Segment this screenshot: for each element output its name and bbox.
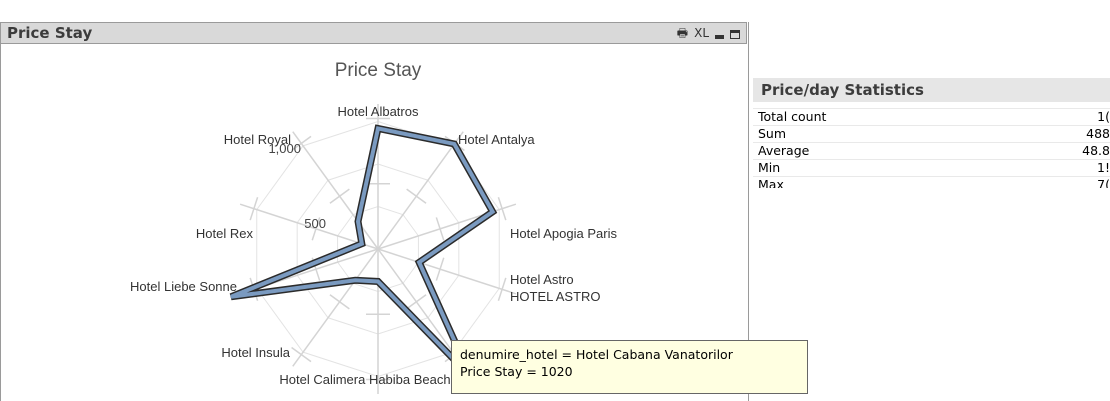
stats-table: Total count 1( Sum 488 Average 48.8 Min 1! Max 7(	[753, 108, 1110, 188]
category-label: Hotel Antalya	[458, 132, 535, 147]
category-label: Hotel Astro HOTEL ASTRO	[510, 272, 601, 304]
stats-row-value: 488	[1086, 126, 1110, 141]
stats-row-label: Sum	[758, 126, 787, 141]
chart-title: Price Stay	[335, 60, 422, 81]
stats-row-value: 48.8	[1082, 143, 1110, 158]
axis-tick	[406, 188, 427, 204]
axis-tick	[435, 257, 445, 281]
stats-header[interactable]: Price/day Statistics	[753, 78, 1110, 102]
stats-table-container: Total count 1( Sum 488 Average 48.8 Min 1! Max 7(	[753, 108, 1110, 188]
category-label: Hotel Royal	[224, 132, 291, 147]
tooltip-line-dimension: denumire_hotel = Hotel Cabana Vanatorilo…	[460, 347, 733, 362]
axis-line	[377, 131, 464, 250]
stats-row-label: Average	[758, 143, 810, 158]
stats-row-value: 1(	[1097, 109, 1110, 124]
category-label: Hotel Apogia Paris	[510, 226, 617, 241]
axis-tick	[329, 294, 350, 310]
stats-row: Sum 488	[753, 125, 1110, 142]
stats-row-label: Min	[758, 160, 781, 175]
category-label: Hotel Insula	[221, 345, 290, 360]
category-label: Hotel Liebe Sonne	[130, 279, 237, 294]
category-label: Hotel Albatros	[338, 104, 419, 119]
category-label: Hotel Rex	[196, 226, 254, 241]
stats-row-value: 7(	[1097, 177, 1110, 188]
axis-tick	[435, 217, 445, 241]
axis-line	[377, 248, 517, 295]
category-label: Hotel Calimera Habiba Beach	[279, 372, 450, 387]
stats-title: Price/day Statistics	[761, 81, 924, 99]
stats-row-label: Max	[758, 177, 784, 188]
tick-label: 500	[304, 216, 326, 231]
stats-row-value: 1!	[1097, 160, 1110, 175]
stats-row-label: Total count	[758, 109, 827, 124]
stats-row: Average 48.8	[753, 142, 1110, 159]
stats-row: Total count 1(	[753, 108, 1110, 125]
axis-tick	[406, 294, 427, 310]
stats-row: Min 1!	[753, 159, 1110, 176]
axis-tick	[329, 188, 350, 204]
tooltip-line-value: Price Stay = 1020	[460, 364, 573, 379]
stats-row: Max 7(	[753, 176, 1110, 188]
chart-tooltip: denumire_hotel = Hotel Cabana Vanatorilo…	[451, 340, 808, 394]
